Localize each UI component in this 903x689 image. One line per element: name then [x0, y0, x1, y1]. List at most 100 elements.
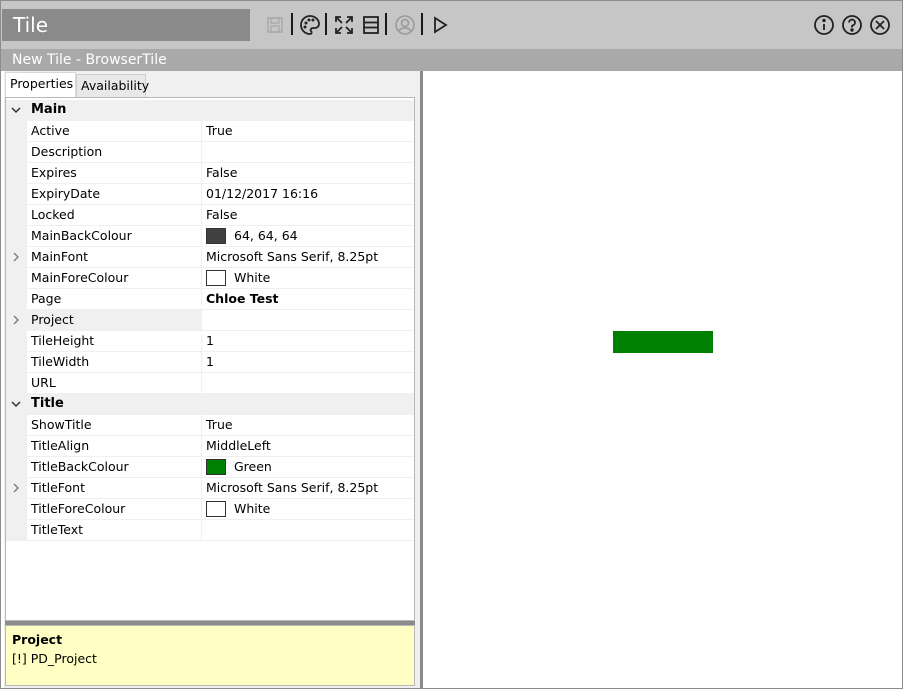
- row-gutter: [6, 352, 27, 373]
- category-label: Title: [31, 396, 64, 411]
- property-name: TileWidth: [27, 352, 202, 373]
- property-row[interactable]: MainFont Microsoft Sans Serif, 8.25pt: [6, 247, 414, 268]
- property-value[interactable]: White: [202, 499, 414, 520]
- property-grid[interactable]: Main Active True Description Expires Fal…: [5, 97, 415, 621]
- property-value[interactable]: 1: [202, 331, 414, 352]
- property-row[interactable]: ShowTitle True: [6, 415, 414, 436]
- property-value-text: Microsoft Sans Serif, 8.25pt: [206, 249, 379, 264]
- row-gutter: [6, 268, 27, 289]
- property-name: TitleBackColour: [27, 457, 202, 478]
- user-icon[interactable]: [393, 13, 417, 37]
- row-gutter: [6, 121, 27, 142]
- property-value-text: Chloe Test: [206, 291, 279, 306]
- toolbar-separator: [325, 13, 327, 35]
- row-gutter: [6, 415, 27, 436]
- property-value-text: White: [234, 270, 271, 285]
- property-value[interactable]: 1: [202, 352, 414, 373]
- property-row[interactable]: Expires False: [6, 163, 414, 184]
- property-value[interactable]: [202, 310, 414, 331]
- property-value[interactable]: Green: [202, 457, 414, 478]
- property-name: Description: [27, 142, 202, 163]
- property-value-text: MiddleLeft: [206, 438, 271, 453]
- play-icon[interactable]: [428, 13, 452, 37]
- layout-icon[interactable]: [359, 13, 383, 37]
- property-value[interactable]: True: [202, 415, 414, 436]
- property-help-panel: Project [!] PD_Project: [5, 625, 415, 686]
- property-value[interactable]: [202, 373, 414, 394]
- property-value[interactable]: MiddleLeft: [202, 436, 414, 457]
- category-title[interactable]: Title: [6, 394, 414, 415]
- tile-preview[interactable]: [613, 331, 713, 353]
- row-gutter: [6, 478, 27, 499]
- chevron-down-icon[interactable]: [11, 399, 21, 409]
- property-name: TitleForeColour: [27, 499, 202, 520]
- property-row[interactable]: Description: [6, 142, 414, 163]
- property-value[interactable]: [202, 520, 414, 541]
- property-row[interactable]: TitleFont Microsoft Sans Serif, 8.25pt: [6, 478, 414, 499]
- property-row[interactable]: Locked False: [6, 205, 414, 226]
- property-value[interactable]: True: [202, 121, 414, 142]
- property-name: MainBackColour: [27, 226, 202, 247]
- property-name: TitleText: [27, 520, 202, 541]
- chevron-right-icon[interactable]: [11, 483, 21, 493]
- close-icon[interactable]: [868, 13, 892, 37]
- property-row[interactable]: ExpiryDate 01/12/2017 16:16: [6, 184, 414, 205]
- property-name: ExpiryDate: [27, 184, 202, 205]
- property-row[interactable]: MainBackColour 64, 64, 64: [6, 226, 414, 247]
- property-value[interactable]: Chloe Test: [202, 289, 414, 310]
- property-row[interactable]: TitleForeColour White: [6, 499, 414, 520]
- property-value-text: 64, 64, 64: [234, 228, 298, 243]
- fullscreen-icon[interactable]: [332, 13, 356, 37]
- palette-icon[interactable]: [298, 13, 322, 37]
- property-value[interactable]: 64, 64, 64: [202, 226, 414, 247]
- property-value[interactable]: White: [202, 268, 414, 289]
- property-value[interactable]: Microsoft Sans Serif, 8.25pt: [202, 247, 414, 268]
- property-row[interactable]: Active True: [6, 121, 414, 142]
- chevron-right-icon[interactable]: [11, 315, 21, 325]
- property-name: Project: [27, 310, 202, 331]
- toolbar-separator: [291, 13, 293, 35]
- category-main[interactable]: Main: [6, 100, 414, 121]
- property-value[interactable]: False: [202, 205, 414, 226]
- property-name: TileHeight: [27, 331, 202, 352]
- property-name: MainFont: [27, 247, 202, 268]
- chevron-down-icon[interactable]: [11, 105, 21, 115]
- color-swatch: [206, 270, 226, 286]
- row-gutter: [6, 457, 27, 478]
- property-name: MainForeColour: [27, 268, 202, 289]
- category-label: Main: [31, 102, 67, 117]
- title-bar: Tile: [1, 1, 902, 49]
- property-value[interactable]: Microsoft Sans Serif, 8.25pt: [202, 478, 414, 499]
- tab-properties[interactable]: Properties: [5, 72, 76, 97]
- property-name: TitleAlign: [27, 436, 202, 457]
- property-value-text: True: [206, 123, 233, 138]
- chevron-right-icon[interactable]: [11, 252, 21, 262]
- color-swatch: [206, 459, 226, 475]
- row-gutter: [6, 142, 27, 163]
- tab-availability[interactable]: Availability: [76, 74, 149, 97]
- color-swatch: [206, 501, 226, 517]
- property-value-text: False: [206, 207, 238, 222]
- property-name: Active: [27, 121, 202, 142]
- property-row[interactable]: Page Chloe Test: [6, 289, 414, 310]
- property-value[interactable]: [202, 142, 414, 163]
- property-row[interactable]: TileWidth 1: [6, 352, 414, 373]
- property-value-text: White: [234, 501, 271, 516]
- property-row[interactable]: TitleAlign MiddleLeft: [6, 436, 414, 457]
- help-icon[interactable]: [840, 13, 864, 37]
- property-row[interactable]: MainForeColour White: [6, 268, 414, 289]
- property-row[interactable]: Project: [6, 310, 414, 331]
- save-icon[interactable]: [263, 13, 287, 37]
- row-gutter: [6, 226, 27, 247]
- property-row[interactable]: URL: [6, 373, 414, 394]
- property-row[interactable]: TitleText: [6, 520, 414, 541]
- property-row[interactable]: TitleBackColour Green: [6, 457, 414, 478]
- row-gutter: [6, 247, 27, 268]
- property-value[interactable]: 01/12/2017 16:16: [202, 184, 414, 205]
- tab-strip: Properties Availability: [4, 71, 420, 97]
- property-value[interactable]: False: [202, 163, 414, 184]
- row-gutter: [6, 373, 27, 394]
- row-gutter: [6, 289, 27, 310]
- property-row[interactable]: TileHeight 1: [6, 331, 414, 352]
- info-icon[interactable]: [812, 13, 836, 37]
